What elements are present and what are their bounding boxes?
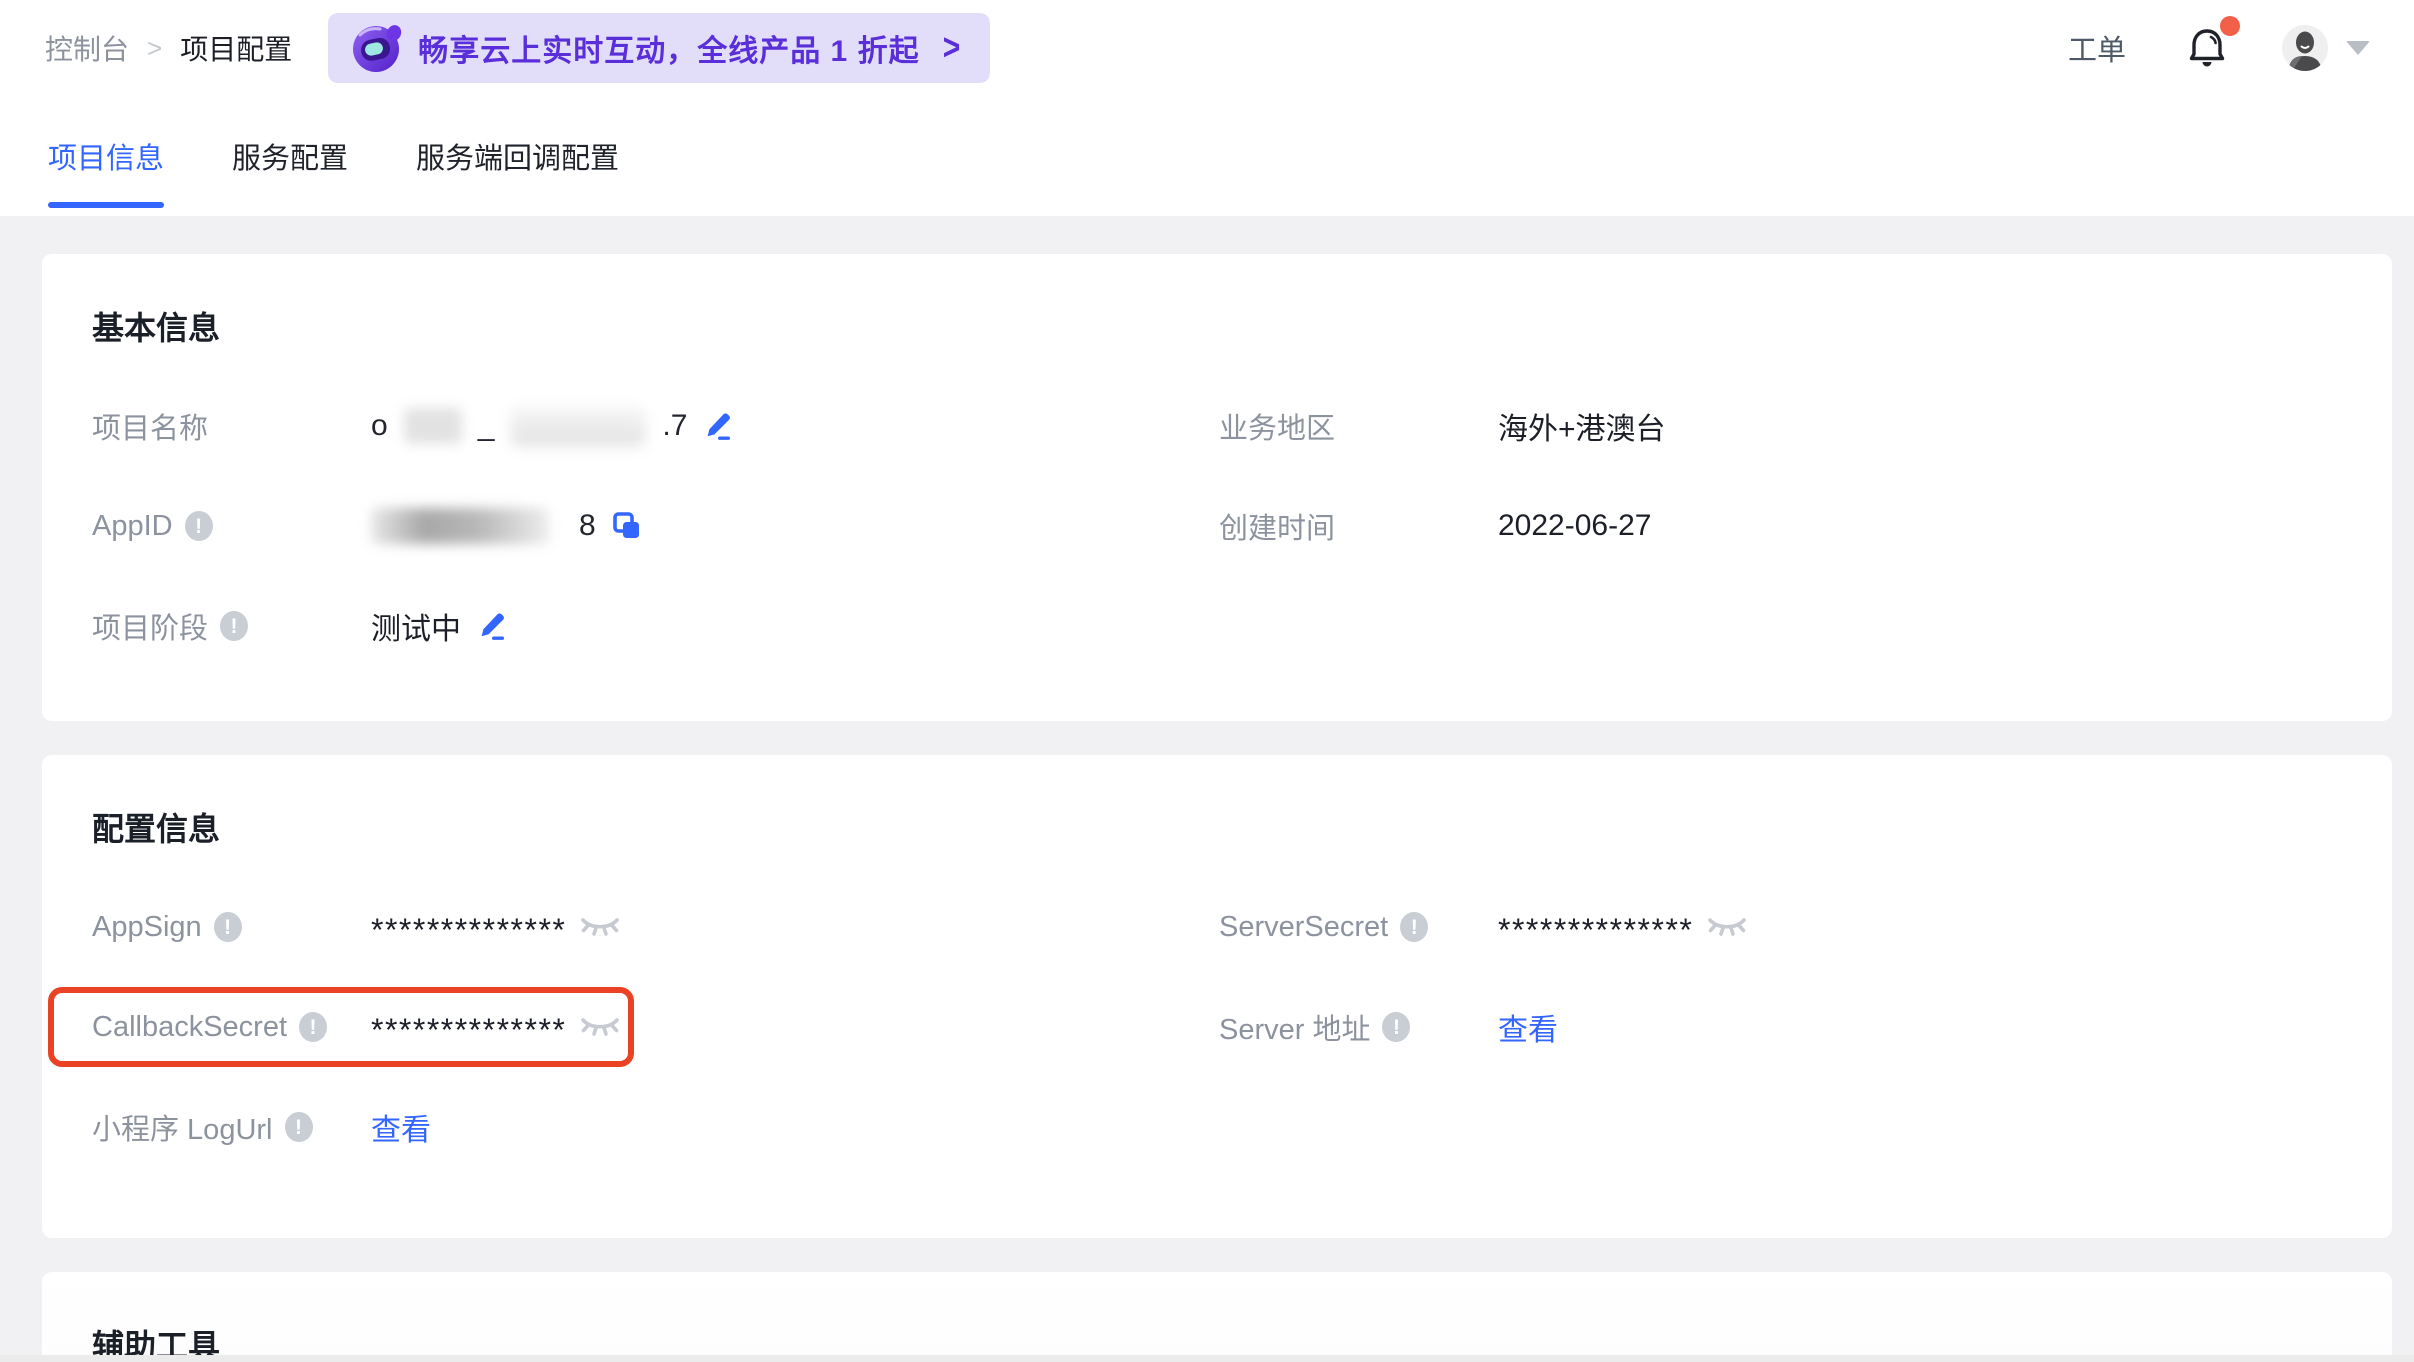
tools-card: 辅助工具 xyxy=(42,1272,2392,1362)
callback-secret-label: CallbackSecret xyxy=(92,1011,287,1044)
project-stage-label: 项目阶段 xyxy=(92,605,208,647)
appsign-info-icon[interactable] xyxy=(214,912,242,942)
server-secret-info-icon[interactable] xyxy=(1400,912,1428,942)
content: 基本信息 项目名称 o _ .7 xyxy=(0,216,2414,1362)
banner-text: 畅享云上实时互动，全线产品 1 折起 xyxy=(418,26,919,70)
project-stage-info-icon[interactable] xyxy=(220,611,248,641)
bell-icon xyxy=(2188,26,2226,70)
project-stage-row: 项目阶段 测试中 xyxy=(92,576,1219,676)
user-icon xyxy=(2282,25,2328,71)
basic-info-right-column: 业务地区 海外+港澳台 创建时间 2022-06-27 xyxy=(1219,376,2342,676)
server-address-row: Server 地址 查看 xyxy=(1219,977,2342,1077)
miniprogram-logurl-info-icon[interactable] xyxy=(285,1112,313,1142)
miniprogram-logurl-label: 小程序 LogUrl xyxy=(92,1106,273,1148)
config-info-card: 配置信息 AppSign ************** xyxy=(42,755,2392,1238)
config-right-column: ServerSecret ************** xyxy=(1219,877,2342,1177)
copy-appid-icon[interactable] xyxy=(610,509,644,543)
avatar[interactable] xyxy=(2282,25,2328,71)
region-value: 海外+港澳台 xyxy=(1498,404,1666,448)
server-secret-label: ServerSecret xyxy=(1219,911,1388,944)
reveal-callback-secret-eye-icon[interactable] xyxy=(580,1015,620,1039)
callback-secret-masked-value: ************** xyxy=(371,1012,566,1049)
created-time-value: 2022-06-27 xyxy=(1498,509,1651,543)
appid-row: AppID 8 xyxy=(92,476,1219,576)
callback-secret-info-icon[interactable] xyxy=(299,1012,327,1042)
basic-info-card: 基本信息 项目名称 o _ .7 xyxy=(42,254,2392,721)
project-name-label: 项目名称 xyxy=(92,405,208,447)
project-name-fragment: .7 xyxy=(662,409,687,443)
reveal-server-secret-eye-icon[interactable] xyxy=(1707,915,1747,939)
tab-label: 项目信息 xyxy=(48,135,164,177)
tab-label: 服务端回调配置 xyxy=(416,135,619,177)
redaction-smudge xyxy=(404,408,462,444)
notification-badge xyxy=(2220,16,2240,36)
region-label: 业务地区 xyxy=(1219,405,1335,447)
appid-info-icon[interactable] xyxy=(185,511,213,541)
promo-banner[interactable]: 畅享云上实时互动，全线产品 1 折起 > xyxy=(328,13,990,83)
breadcrumb-console[interactable]: 控制台 xyxy=(45,28,129,68)
appid-label: AppID xyxy=(92,510,173,543)
topbar: 控制台 > 项目配置 畅享云上实时互动，全线产品 1 折起 > 工单 xyxy=(0,0,2414,96)
appsign-masked-value: ************** xyxy=(371,912,566,949)
notification-bell[interactable] xyxy=(2188,26,2226,70)
breadcrumb-separator-icon: > xyxy=(147,33,162,64)
appid-value: 8 xyxy=(371,508,644,544)
edit-project-stage-icon[interactable] xyxy=(475,610,507,642)
reveal-appsign-eye-icon[interactable] xyxy=(580,915,620,939)
server-secret-row: ServerSecret ************** xyxy=(1219,877,2342,977)
tabbar: 项目信息 服务配置 服务端回调配置 xyxy=(0,96,2414,216)
created-time-row: 创建时间 2022-06-27 xyxy=(1219,476,2342,576)
redaction-smudge xyxy=(371,508,549,544)
tab-service-config[interactable]: 服务配置 xyxy=(232,96,348,216)
project-stage-value: 测试中 xyxy=(371,604,461,648)
server-secret-masked-value: ************** xyxy=(1498,912,1693,949)
chevron-down-icon[interactable] xyxy=(2346,41,2370,55)
server-address-info-icon[interactable] xyxy=(1382,1012,1410,1042)
appid-fragment: 8 xyxy=(579,509,596,543)
mascot-icon xyxy=(350,21,404,75)
card-title-basic-info: 基本信息 xyxy=(92,308,2342,348)
created-time-label: 创建时间 xyxy=(1219,505,1335,547)
appsign-label: AppSign xyxy=(92,911,202,944)
callback-secret-row: CallbackSecret ************** xyxy=(92,977,1219,1077)
edit-project-name-icon[interactable] xyxy=(701,410,733,442)
miniprogram-logurl-row: 小程序 LogUrl 查看 xyxy=(92,1077,1219,1177)
project-name-fragment: _ xyxy=(478,409,495,443)
redaction-smudge xyxy=(512,408,644,444)
server-address-label: Server 地址 xyxy=(1219,1006,1370,1048)
bottom-edge xyxy=(0,1355,2414,1362)
tab-server-callback-config[interactable]: 服务端回调配置 xyxy=(416,96,619,216)
ticket-link[interactable]: 工单 xyxy=(2068,27,2126,69)
card-title-config-info: 配置信息 xyxy=(92,809,2342,849)
view-miniprogram-logurl-link[interactable]: 查看 xyxy=(371,1105,431,1149)
tab-label: 服务配置 xyxy=(232,135,348,177)
view-server-address-link[interactable]: 查看 xyxy=(1498,1005,1558,1049)
project-name-row: 项目名称 o _ .7 xyxy=(92,376,1219,476)
breadcrumb-project-config: 项目配置 xyxy=(180,28,292,68)
appsign-row: AppSign ************** xyxy=(92,877,1219,977)
config-left-column: AppSign ************** xyxy=(92,877,1219,1177)
basic-info-left-column: 项目名称 o _ .7 AppID xyxy=(92,376,1219,676)
tab-project-info[interactable]: 项目信息 xyxy=(48,96,164,216)
topbar-actions: 工单 xyxy=(2068,25,2370,71)
breadcrumb: 控制台 > 项目配置 xyxy=(45,28,292,68)
project-name-value: o _ .7 xyxy=(371,408,733,444)
project-name-fragment: o xyxy=(371,409,388,443)
banner-arrow-icon[interactable]: > xyxy=(943,27,961,70)
region-row: 业务地区 海外+港澳台 xyxy=(1219,376,2342,476)
